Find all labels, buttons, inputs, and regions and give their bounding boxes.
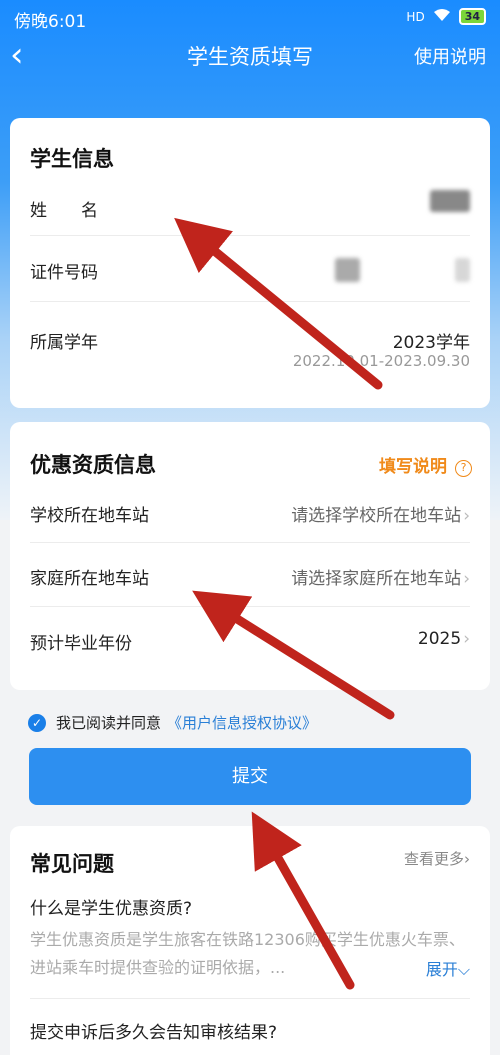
student-info-card: 学生信息 姓 名 证件号码 所属学年 2023学年 2022.10.01-202…: [10, 118, 490, 408]
home-station-placeholder: 请选择家庭所在地车站: [291, 569, 462, 589]
status-time: 傍晚6:01: [14, 12, 87, 32]
school-station-row[interactable]: 学校所在地车站 请选择学校所在地车站 ›: [30, 501, 470, 531]
graduation-year-select[interactable]: 2025 ›: [418, 629, 470, 649]
chevron-right-icon: ›: [463, 629, 470, 649]
school-year-range: 2022.10.01-2023.09.30: [292, 352, 470, 370]
usage-help-link[interactable]: 使用说明: [414, 43, 486, 69]
home-station-label: 家庭所在地车站: [30, 569, 149, 589]
divider: [30, 542, 470, 543]
fill-help-label: 填写说明: [379, 457, 447, 477]
school-year-range-row: 2022.10.01-2023.09.30: [30, 352, 470, 376]
school-station-placeholder: 请选择学校所在地车站: [291, 506, 462, 526]
user-authorization-agreement-link[interactable]: 《用户信息授权协议》: [167, 712, 317, 733]
id-value-masked-end: [455, 258, 470, 282]
faq-card: 常见问题 查看更多› 什么是学生优惠资质? 学生优惠资质是学生旅客在铁路1230…: [10, 826, 490, 1055]
faq-question[interactable]: 提交申诉后多久会告知审核结果?: [30, 1018, 277, 1043]
status-bar: 傍晚6:01 HD 34: [0, 0, 500, 34]
name-value-masked: [430, 190, 470, 212]
divider: [30, 235, 470, 236]
id-value-masked: [335, 258, 360, 282]
chevron-right-icon: ›: [463, 506, 470, 526]
faq-answer: 学生优惠资质是学生旅客在铁路12306购买学生优惠火车票、进站乘车时提供查验的证…: [30, 930, 465, 977]
chevron-right-icon: ›: [463, 569, 470, 589]
graduation-year-label: 预计毕业年份: [30, 634, 132, 654]
fill-help-link[interactable]: 填写说明?: [379, 452, 472, 477]
graduation-year-row[interactable]: 预计毕业年份 2025 ›: [30, 629, 470, 659]
wifi-icon: [433, 8, 451, 25]
agreement-row: ✓ 我已阅读并同意 《用户信息授权协议》: [28, 712, 317, 733]
discount-info-title: 优惠资质信息: [30, 453, 156, 477]
submit-button[interactable]: 提交: [29, 748, 471, 805]
faq-expand-button[interactable]: 展开⌵: [419, 956, 470, 980]
divider: [30, 606, 470, 607]
agreement-text: 我已阅读并同意: [56, 714, 162, 732]
home-station-row[interactable]: 家庭所在地车站 请选择家庭所在地车站 ›: [30, 564, 470, 594]
faq-title: 常见问题: [30, 852, 114, 876]
student-info-title: 学生信息: [30, 147, 114, 171]
graduation-year-value: 2025: [417, 629, 462, 649]
name-label: 姓 名: [30, 201, 98, 221]
school-station-select[interactable]: 请选择学校所在地车站 ›: [291, 501, 470, 526]
home-station-select[interactable]: 请选择家庭所在地车站 ›: [291, 564, 470, 589]
id-row: 证件号码: [30, 258, 470, 288]
divider: [30, 998, 470, 999]
check-circle-icon[interactable]: ✓: [28, 713, 46, 732]
id-label: 证件号码: [30, 263, 98, 283]
navigation-bar: ‹ 学生资质填写 使用说明: [0, 34, 500, 78]
school-year-label: 所属学年: [30, 333, 98, 353]
divider: [30, 301, 470, 302]
discount-info-card: 优惠资质信息 填写说明? 学校所在地车站 请选择学校所在地车站 › 家庭所在地车站…: [10, 422, 490, 690]
status-icons: HD 34: [406, 8, 486, 25]
faq-more-link[interactable]: 查看更多›: [404, 848, 470, 869]
school-station-label: 学校所在地车站: [30, 506, 149, 526]
school-year-value: 2023学年: [392, 333, 470, 353]
signal-icon: HD: [406, 9, 425, 24]
question-circle-icon: ?: [455, 460, 472, 477]
battery-icon: 34: [458, 8, 486, 25]
name-row: 姓 名: [30, 196, 470, 226]
faq-question[interactable]: 什么是学生优惠资质?: [30, 894, 192, 919]
